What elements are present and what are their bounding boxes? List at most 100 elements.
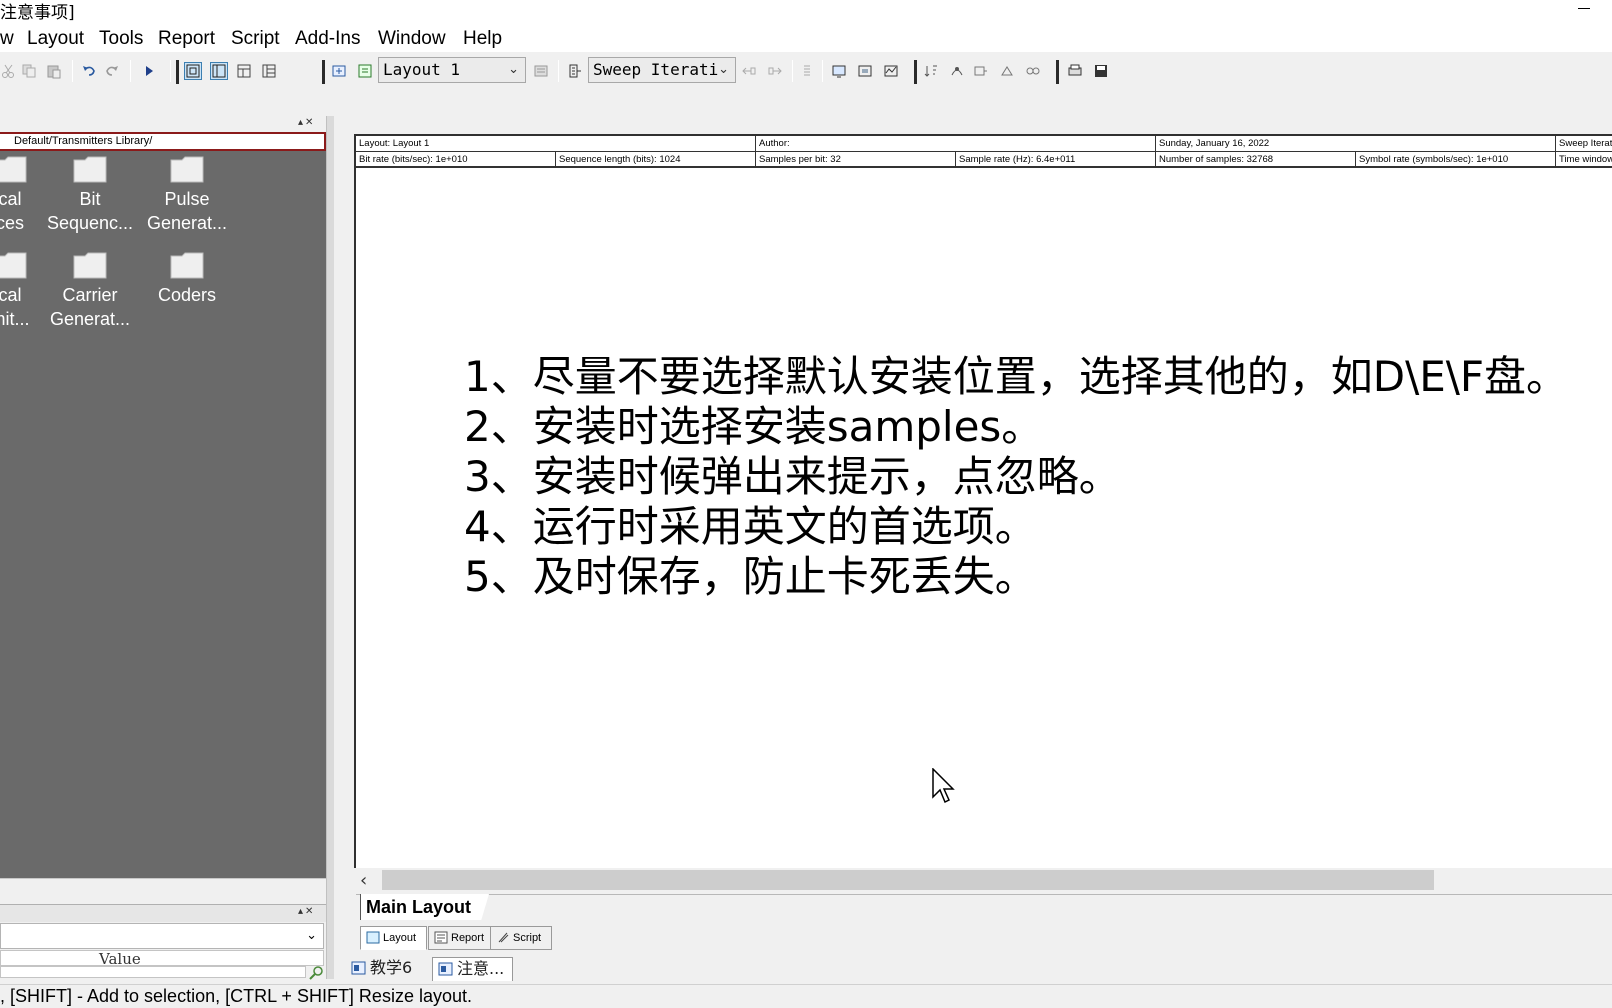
parameter-icon[interactable] bbox=[972, 62, 990, 80]
menu-layout[interactable]: Layout bbox=[27, 28, 84, 50]
properties-panel-buttons[interactable]: ▴✕ bbox=[298, 906, 315, 917]
browse-icon[interactable] bbox=[308, 965, 326, 983]
info-row: Bit rate (bits/sec): 1e+010 Sequence len… bbox=[356, 152, 1612, 168]
info-cell: Number of samples: 32768 bbox=[1156, 152, 1356, 168]
notes-textbox[interactable]: 1、尽量不要选择默认安装位置，选择其他的，如D\E\F盘。 2、安装时选择安装s… bbox=[464, 352, 1612, 602]
folder-bit-sequence[interactable]: Bit Sequenc... bbox=[40, 155, 140, 235]
info-cell: Author: bbox=[756, 136, 1156, 152]
tab-label: Script bbox=[513, 932, 542, 944]
folder-label: Bit bbox=[79, 189, 101, 209]
info-cell: Sweep Iterat bbox=[1559, 138, 1612, 149]
window-tab-strip bbox=[334, 956, 1612, 980]
folder-carrier-generators[interactable]: Carrier Generat... bbox=[40, 251, 140, 331]
folder-icon bbox=[73, 252, 107, 279]
report-icon bbox=[434, 931, 448, 944]
properties-object-select[interactable]: ⌄ bbox=[0, 923, 324, 949]
save-icon[interactable] bbox=[1092, 62, 1110, 80]
sweep-iteration-select[interactable]: Sweep Iterati ⌄ bbox=[588, 57, 736, 83]
visualizer-icon[interactable] bbox=[882, 62, 900, 80]
scrollbar-thumb[interactable] bbox=[382, 870, 1434, 890]
sweep-icon[interactable] bbox=[566, 62, 584, 80]
minimize-button[interactable] bbox=[1570, 0, 1598, 18]
link-icon[interactable] bbox=[1024, 62, 1042, 80]
folder-pulse-generators[interactable]: Pulse Generat... bbox=[137, 155, 237, 235]
paste-icon[interactable] bbox=[45, 62, 63, 80]
menu-help[interactable]: Help bbox=[463, 28, 502, 50]
menu-report[interactable]: Report bbox=[158, 28, 215, 50]
cut-icon[interactable] bbox=[0, 62, 18, 80]
export-icon[interactable] bbox=[998, 62, 1016, 80]
folder-label: Sequenc... bbox=[46, 213, 134, 233]
folder-label: Pulse bbox=[164, 189, 210, 209]
library-path: Default/Transmitters Library/ bbox=[0, 132, 326, 151]
library-panel-buttons[interactable]: ▴✕ bbox=[298, 117, 315, 128]
window-title: 注意事项] bbox=[0, 3, 75, 23]
library-scrollbar[interactable] bbox=[0, 878, 326, 896]
menu-view[interactable]: w bbox=[0, 28, 14, 50]
layout-select[interactable]: Layout 1 ⌄ bbox=[378, 57, 526, 83]
window-tab-notes[interactable]: 注意... bbox=[432, 957, 514, 981]
info-cell: Bit rate (bits/sec): 1e+010 bbox=[356, 152, 556, 168]
properties-edit-field[interactable] bbox=[0, 966, 306, 978]
undo-icon[interactable] bbox=[80, 62, 98, 80]
layout-view-icon[interactable] bbox=[184, 62, 202, 80]
menu-bar: w Layout Tools Report Script Add-Ins Win… bbox=[0, 22, 1612, 52]
folder-label: Carrier bbox=[62, 285, 118, 305]
menu-window[interactable]: Window bbox=[378, 28, 446, 50]
folder-coders[interactable]: Coders bbox=[137, 251, 237, 307]
folder-icon bbox=[0, 252, 27, 279]
value-column-header: Value bbox=[99, 950, 141, 966]
folder-icon bbox=[73, 156, 107, 183]
sort-icon[interactable] bbox=[922, 62, 940, 80]
sweep-iteration-value: Sweep Iterati bbox=[593, 60, 719, 79]
tab-report[interactable]: Report bbox=[428, 926, 496, 950]
scroll-left-icon[interactable]: ‹ bbox=[360, 870, 367, 891]
optimize-icon[interactable] bbox=[948, 62, 966, 80]
document-icon bbox=[438, 962, 453, 976]
redo-icon[interactable] bbox=[103, 62, 121, 80]
list-icon[interactable] bbox=[798, 62, 816, 80]
status-bar: , [SHIFT] - Add to selection, [CTRL + SH… bbox=[0, 984, 1612, 1008]
panel-splitter[interactable] bbox=[326, 116, 334, 979]
note-line: 3、安装时候弹出来提示，点忽略。 bbox=[464, 452, 1121, 501]
info-cell: Symbol rate (symbols/sec): 1e+010 bbox=[1356, 152, 1556, 168]
window-tab-label: 教学6 bbox=[370, 958, 413, 977]
split-view-icon[interactable] bbox=[210, 62, 228, 80]
window-tab-teaching6[interactable]: 教学6 bbox=[346, 957, 420, 981]
copy-icon[interactable] bbox=[20, 62, 38, 80]
chevron-down-icon: ⌄ bbox=[508, 62, 519, 77]
info-cell: Layout: Layout 1 bbox=[356, 136, 756, 152]
status-text: , [SHIFT] - Add to selection, [CTRL + SH… bbox=[0, 986, 472, 1006]
mouse-cursor-icon bbox=[932, 768, 955, 804]
note-line: 5、及时保存，防止卡死丢失。 bbox=[464, 552, 1037, 601]
properties-grid-header: Value bbox=[0, 950, 324, 966]
info-cell: Sunday, January 16, 2022 bbox=[1156, 136, 1556, 152]
layout-icon bbox=[366, 931, 380, 944]
print-preview-icon[interactable] bbox=[1066, 62, 1084, 80]
component-icon[interactable] bbox=[856, 62, 874, 80]
menu-tools[interactable]: Tools bbox=[99, 28, 143, 50]
title-bar: 注意事项] bbox=[0, 0, 1612, 23]
library-browser: cal ces Bit Sequenc... Pulse Generat... … bbox=[0, 151, 326, 878]
sweep-next-icon[interactable] bbox=[766, 62, 784, 80]
horizontal-scrollbar[interactable]: ‹ bbox=[356, 868, 1612, 892]
monitor-icon[interactable] bbox=[830, 62, 848, 80]
layout-properties-icon[interactable] bbox=[356, 62, 374, 80]
run-icon[interactable] bbox=[140, 62, 158, 80]
tab-layout[interactable]: Layout bbox=[360, 926, 428, 950]
menu-add-ins[interactable]: Add-Ins bbox=[295, 28, 360, 50]
folder-label: Coders bbox=[157, 285, 217, 305]
grid-view-icon[interactable] bbox=[260, 62, 278, 80]
tab-script[interactable]: Script bbox=[490, 926, 553, 950]
info-cell: Samples per bit: 32 bbox=[756, 152, 956, 168]
add-layout-icon[interactable] bbox=[330, 62, 348, 80]
layout-options-icon[interactable] bbox=[532, 62, 550, 80]
folder-label: Generat... bbox=[49, 309, 131, 329]
info-cell: Sample rate (Hz): 6.4e+011 bbox=[956, 152, 1156, 168]
script-icon bbox=[498, 932, 509, 943]
folder-icon bbox=[170, 252, 204, 279]
menu-script[interactable]: Script bbox=[231, 28, 280, 50]
sweep-prev-icon[interactable] bbox=[740, 62, 758, 80]
tab-main-layout[interactable]: Main Layout bbox=[360, 894, 490, 920]
panel-view-icon[interactable] bbox=[235, 62, 253, 80]
